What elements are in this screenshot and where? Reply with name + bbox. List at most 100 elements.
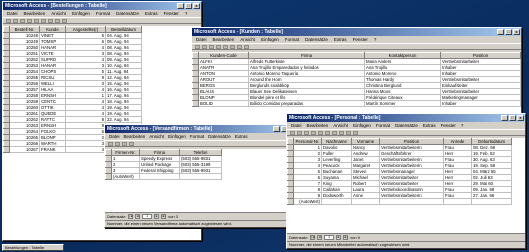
- save-icon[interactable]: [202, 44, 207, 49]
- menu-ansicht[interactable]: Ansicht: [149, 133, 164, 140]
- filter-icon[interactable]: [346, 130, 351, 135]
- bestellungen-titlebar[interactable]: Microsoft Access - [Bestellungen : Tabel…: [3, 2, 201, 10]
- menu-datensaetze[interactable]: Datensätze: [395, 122, 418, 129]
- menu-einfuegen[interactable]: Einfügen: [353, 122, 371, 129]
- menu-help[interactable]: ?: [185, 10, 188, 17]
- print-icon[interactable]: [304, 130, 309, 135]
- menu-format[interactable]: Format: [285, 36, 299, 43]
- menu-fenster[interactable]: Fenster: [441, 122, 456, 129]
- table-cell[interactable]: Bólido Comidas preparadas: [248, 100, 365, 107]
- table-cell[interactable]: [471, 198, 512, 205]
- maximize-button[interactable]: □: [185, 3, 192, 9]
- paste-icon[interactable]: [48, 18, 53, 23]
- view-icon[interactable]: [195, 44, 200, 49]
- table-cell[interactable]: [179, 173, 222, 180]
- menu-datei[interactable]: Datei: [7, 10, 18, 17]
- menu-ansicht[interactable]: Ansicht: [51, 10, 66, 17]
- find-icon[interactable]: [353, 130, 358, 135]
- personal-window[interactable]: Microsoft Access - [Personal : Tabelle] …: [286, 113, 526, 249]
- versandfirmen-titlebar[interactable]: Microsoft Access - [Versandfirmen : Tabe…: [105, 125, 297, 133]
- next-record-button[interactable]: ►: [154, 214, 160, 219]
- view-icon[interactable]: [6, 18, 11, 23]
- menu-format[interactable]: Format: [190, 133, 204, 140]
- sort-icon[interactable]: [55, 18, 60, 23]
- menu-extras[interactable]: Extras: [334, 36, 347, 43]
- record-number-field[interactable]: 1: [142, 214, 153, 219]
- menu-extras[interactable]: Extras: [423, 122, 436, 129]
- menu-bearbeiten[interactable]: Bearbeiten: [307, 122, 329, 129]
- minimize-button[interactable]: _: [497, 29, 504, 35]
- print-icon[interactable]: [122, 141, 127, 146]
- menu-einfuegen[interactable]: Einfügen: [261, 36, 279, 43]
- copy-icon[interactable]: [223, 44, 228, 49]
- first-record-button[interactable]: |◄: [128, 214, 134, 219]
- minimize-button[interactable]: _: [501, 115, 508, 121]
- table-row[interactable]: (AutoWert): [105, 173, 222, 180]
- personal-titlebar[interactable]: Microsoft Access - [Personal : Tabelle] …: [287, 114, 525, 122]
- paste-icon[interactable]: [230, 44, 235, 49]
- table-cell[interactable]: [443, 198, 472, 205]
- save-icon[interactable]: [297, 130, 302, 135]
- record-number-field[interactable]: 1: [324, 235, 335, 240]
- preview-icon[interactable]: [27, 18, 32, 23]
- table-cell[interactable]: BOLID: [198, 100, 249, 107]
- menu-datei[interactable]: Datei: [109, 133, 120, 140]
- menu-extras[interactable]: Extras: [145, 10, 158, 17]
- menu-bearbeiten[interactable]: Bearbeiten: [24, 10, 46, 17]
- prev-record-button[interactable]: ◄: [317, 235, 323, 240]
- minimize-button[interactable]: _: [177, 3, 184, 9]
- kunden-window[interactable]: Microsoft Access - [Kunden : Tabelle] _ …: [191, 27, 522, 127]
- save-icon[interactable]: [115, 141, 120, 146]
- prev-record-button[interactable]: ◄: [135, 214, 141, 219]
- copy-icon[interactable]: [41, 18, 46, 23]
- menu-bearbeiten[interactable]: Bearbeiten: [213, 36, 235, 43]
- menu-ansicht[interactable]: Ansicht: [333, 122, 348, 129]
- table-cell[interactable]: 4: [65, 146, 106, 153]
- next-record-button[interactable]: ►: [336, 235, 342, 240]
- menu-help[interactable]: ?: [374, 36, 377, 43]
- view-icon[interactable]: [108, 141, 113, 146]
- menu-datensaetze[interactable]: Datensätze: [208, 133, 231, 140]
- last-record-button[interactable]: ►|: [161, 214, 167, 219]
- preview-icon[interactable]: [311, 130, 316, 135]
- table-cell[interactable]: 10267: [9, 146, 40, 153]
- view-icon[interactable]: [290, 130, 295, 135]
- maximize-button[interactable]: □: [505, 29, 512, 35]
- cut-icon[interactable]: [318, 130, 323, 135]
- sort-icon[interactable]: [237, 44, 242, 49]
- print-icon[interactable]: [20, 18, 25, 23]
- menu-help[interactable]: ?: [461, 122, 464, 129]
- paste-icon[interactable]: [332, 130, 337, 135]
- menu-fenster[interactable]: Fenster: [353, 36, 368, 43]
- kunden-titlebar[interactable]: Microsoft Access - [Kunden : Tabelle] _ …: [192, 28, 521, 36]
- save-icon[interactable]: [13, 18, 18, 23]
- last-record-button[interactable]: ►|: [343, 235, 349, 240]
- table-cell[interactable]: (AutoWert): [293, 198, 322, 205]
- menu-einfuegen[interactable]: Einfügen: [168, 133, 186, 140]
- versandfirmen-window[interactable]: Microsoft Access - [Versandfirmen : Tabe…: [104, 124, 298, 228]
- table-cell[interactable]: [351, 198, 380, 205]
- menu-datensaetze[interactable]: Datensätze: [116, 10, 139, 17]
- menu-bearbeiten[interactable]: Bearbeiten: [124, 133, 146, 140]
- menu-ansicht[interactable]: Ansicht: [240, 36, 255, 43]
- table-row[interactable]: (AutoWert): [287, 198, 512, 205]
- minimized-window-button[interactable]: Bestellungen : Tabelle: [2, 244, 64, 251]
- cut-icon[interactable]: [129, 141, 134, 146]
- table-row[interactable]: BOLID Bólido Comidas preparadas Martín Som…: [192, 100, 521, 107]
- close-button[interactable]: x: [513, 29, 520, 35]
- filter-icon[interactable]: [244, 44, 249, 49]
- table-cell[interactable]: [379, 198, 444, 205]
- menu-datei[interactable]: Datei: [291, 122, 302, 129]
- table-cell[interactable]: (AutoWert): [111, 173, 140, 180]
- maximize-button[interactable]: □: [509, 115, 516, 121]
- print-icon[interactable]: [209, 44, 214, 49]
- table-cell[interactable]: [321, 198, 352, 205]
- cut-icon[interactable]: [34, 18, 39, 23]
- table-cell[interactable]: [139, 173, 180, 180]
- menu-datei[interactable]: Datei: [196, 36, 207, 43]
- cut-icon[interactable]: [216, 44, 221, 49]
- close-button[interactable]: x: [517, 115, 524, 121]
- menu-format[interactable]: Format: [96, 10, 110, 17]
- menu-format[interactable]: Format: [376, 122, 390, 129]
- close-button[interactable]: x: [193, 3, 200, 9]
